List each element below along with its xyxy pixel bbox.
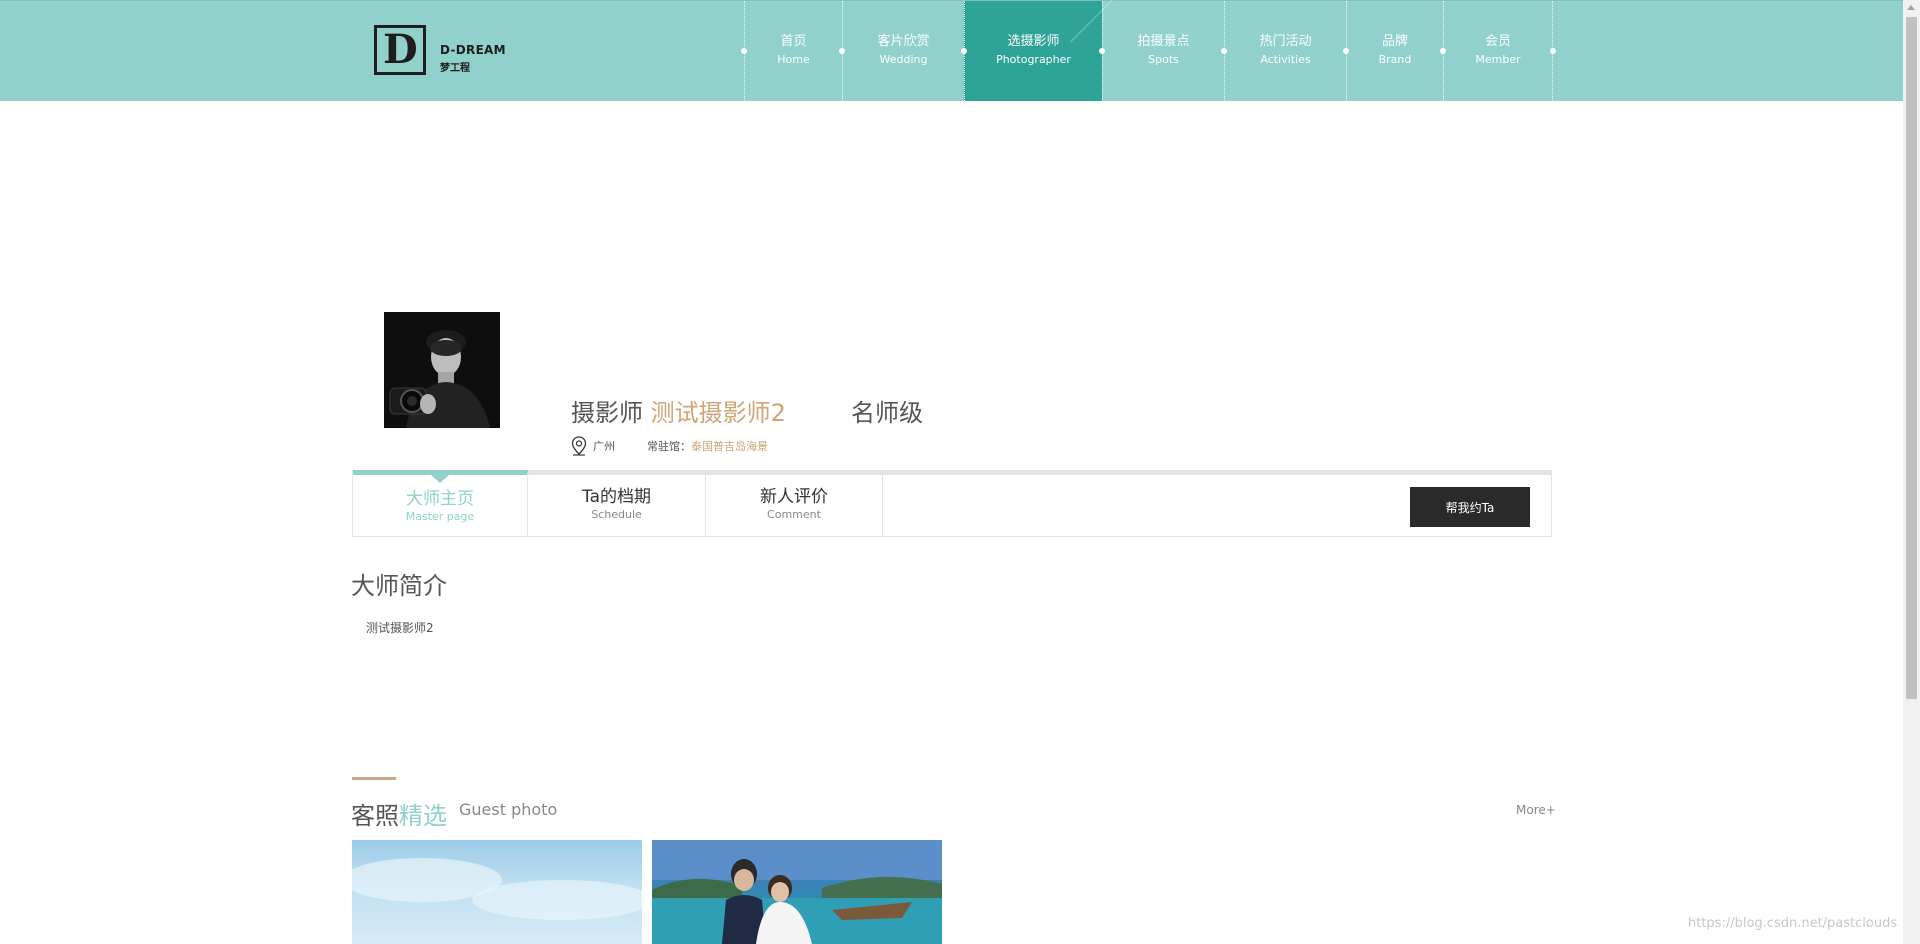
photographer-location-row: 广州 常驻馆： 泰国普吉岛海景 <box>571 436 768 456</box>
nav-item-sublabel: Brand <box>1378 53 1412 66</box>
logo-mark-letter: D <box>383 26 418 73</box>
tab-schedule[interactable]: Ta的档期 Schedule <box>528 470 706 537</box>
nav-divider-dot <box>961 48 967 54</box>
more-link[interactable]: More+ <box>1516 803 1556 817</box>
photographer-name: 测试摄影师2 <box>650 399 786 427</box>
photographer-rank: 名师级 <box>851 399 923 427</box>
tab-label: 新人评价 <box>760 486 828 507</box>
guest-photo-heading: 客照精选 <box>351 796 447 831</box>
nav-item-label: 品牌 <box>1381 34 1408 49</box>
nav-divider-dot <box>1221 48 1227 54</box>
nav-item-brand[interactable]: 品牌 Brand <box>1343 1 1443 101</box>
nav-item-label: 会员 <box>1484 34 1511 49</box>
nav-item-spots[interactable]: 拍摄景点 Spots <box>1099 1 1224 101</box>
nav-item-label: 首页 <box>780 34 807 49</box>
nav-divider-dot <box>741 48 747 54</box>
photographer-tabbar: 大师主页 Master page Ta的档期 Schedule 新人评价 Com… <box>352 470 1552 537</box>
photographer-title: 摄影师 测试摄影师2 <box>571 393 786 428</box>
intro-heading: 大师简介 <box>351 572 447 600</box>
nav-item-sublabel: Member <box>1475 53 1521 66</box>
nav-item-wedding[interactable]: 客片欣赏 Wedding <box>839 1 964 101</box>
tab-sublabel: Master page <box>405 510 475 523</box>
studio-label: 常驻馆： <box>647 440 691 453</box>
tab-sublabel: Schedule <box>591 507 642 521</box>
photographer-avatar <box>384 312 500 428</box>
intro-text: 测试摄影师2 <box>366 621 434 635</box>
nav-divider-dot <box>1343 48 1349 54</box>
tab-sublabel: Comment <box>767 507 821 521</box>
nav-item-label: 客片欣赏 <box>877 34 930 49</box>
nav-item-sublabel: Photographer <box>996 53 1071 66</box>
nav-item-activities[interactable]: 热门活动 Activities <box>1221 1 1346 101</box>
logo-mark: D <box>374 25 426 75</box>
nav-item-photographer[interactable]: 选摄影师 Photographer <box>961 1 1102 101</box>
nav-item-sublabel: Spots <box>1148 53 1179 66</box>
photographer-city: 广州 <box>593 440 615 453</box>
guest-photo-heading-b: 精选 <box>399 802 447 830</box>
main-nav: 首页 Home 客片欣赏 Wedding 选摄影师 Photographer 拍… <box>741 1 1556 101</box>
nav-item-sublabel: Activities <box>1260 53 1311 66</box>
guest-photo-thumbnail[interactable] <box>652 840 942 944</box>
sky-photo-image <box>352 858 642 920</box>
scrollbar-thumb[interactable] <box>1906 17 1917 699</box>
guest-photo-subheading: Guest photo <box>459 800 558 819</box>
tab-comment[interactable]: 新人评价 Comment <box>706 470 883 537</box>
nav-item-home[interactable]: 首页 Home <box>741 1 842 101</box>
tab-label: Ta的档期 <box>582 486 651 507</box>
tab-master-page[interactable]: 大师主页 Master page <box>353 470 528 537</box>
guest-photo-thumbnail[interactable] <box>352 840 642 944</box>
nav-item-label: 热门活动 <box>1259 34 1312 49</box>
scroll-up-arrow-icon[interactable] <box>1907 5 1915 10</box>
tab-label: 大师主页 <box>406 489 474 509</box>
site-header: D D-DREAM 梦工程 首页 Home 客片欣赏 Wedding 选摄影师 … <box>0 0 1903 101</box>
nav-item-member[interactable]: 会员 Member <box>1440 1 1556 101</box>
nav-divider-dot <box>1550 48 1556 54</box>
watermark-text: https://blog.csdn.net/pastclouds <box>1688 916 1898 931</box>
site-logo[interactable]: D D-DREAM 梦工程 <box>372 23 512 79</box>
nav-divider-dot <box>1099 48 1105 54</box>
location-pin-icon <box>571 436 587 456</box>
photographer-prefix: 摄影师 <box>571 399 643 427</box>
nav-item-sublabel: Home <box>777 53 810 66</box>
page-scrollbar[interactable] <box>1903 0 1920 944</box>
couple-photo-image <box>652 840 942 944</box>
nav-divider-dot <box>1440 48 1446 54</box>
studio-value[interactable]: 泰国普吉岛海景 <box>691 438 768 454</box>
nav-item-label: 拍摄景点 <box>1137 34 1190 49</box>
section-accent-bar <box>352 777 396 780</box>
logo-subtitle: 梦工程 <box>440 63 470 74</box>
photographer-portrait-image <box>384 312 500 428</box>
guest-photo-heading-a: 客照 <box>351 802 399 830</box>
tab-active-arrow-icon <box>431 475 449 483</box>
nav-item-sublabel: Wedding <box>879 53 928 66</box>
nav-divider-dot <box>839 48 845 54</box>
nav-item-label: 选摄影师 <box>1007 34 1060 49</box>
logo-brand-name: D-DREAM <box>440 43 506 57</box>
book-photographer-button[interactable]: 帮我约Ta <box>1410 487 1530 527</box>
